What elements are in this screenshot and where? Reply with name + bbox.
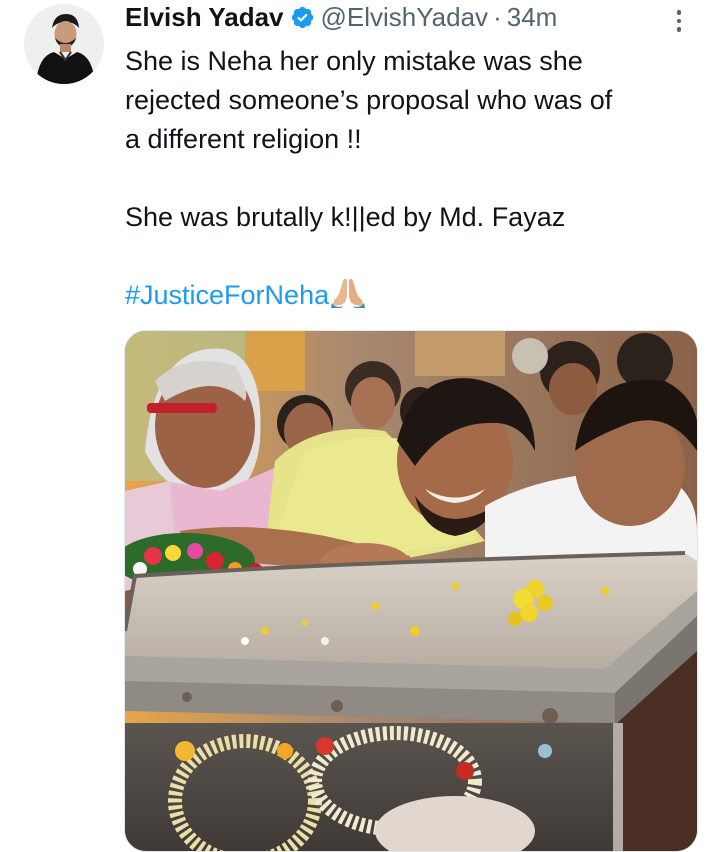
timestamp[interactable]: 34m	[507, 2, 558, 32]
hashtag-link[interactable]: #JusticeForNeha	[125, 280, 329, 310]
more-options-icon[interactable]	[667, 6, 691, 36]
hashtag-line: #JusticeForNeha	[125, 276, 705, 319]
tweet-photo[interactable]	[124, 330, 698, 852]
tweet-line: She was brutally k!||ed by Md. Fayaz	[125, 202, 566, 232]
avatar[interactable]	[24, 4, 104, 84]
tweet-line: rejected someone’s proposal who was of	[125, 85, 613, 115]
separator-dot: ·	[493, 2, 502, 32]
tweet-line: a different religion !!	[125, 124, 362, 154]
tweet-text: She is Neha her only mistake was she rej…	[125, 42, 705, 319]
author-name[interactable]: Elvish Yadav	[125, 2, 284, 32]
author-handle[interactable]: @ElvishYadav	[321, 2, 489, 32]
folded-hands-icon	[331, 276, 366, 319]
tweet[interactable]: Elvish Yadav @ElvishYadav · 34m She is N…	[0, 0, 719, 852]
tweet-header: Elvish Yadav @ElvishYadav · 34m	[125, 2, 679, 32]
verified-badge-icon	[290, 5, 315, 30]
tweet-line: She is Neha her only mistake was she	[125, 46, 583, 76]
